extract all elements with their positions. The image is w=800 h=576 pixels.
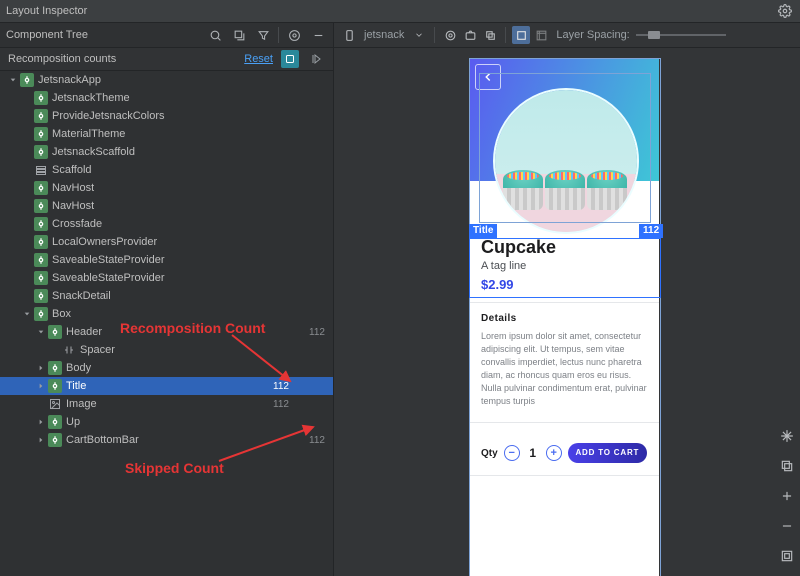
tree-row-label: JetsnackApp: [38, 73, 101, 87]
tree-row[interactable]: NavHost: [0, 197, 333, 215]
tree-header-label: Component Tree: [6, 28, 88, 42]
layout-preview-panel: jetsnack Layer Spacing:: [334, 23, 800, 576]
pan-icon[interactable]: [777, 426, 797, 446]
tree-row[interactable]: Title 112: [0, 377, 333, 395]
tree-row[interactable]: Image 112: [0, 395, 333, 413]
recomp-count-icon[interactable]: [281, 50, 299, 68]
tree-row[interactable]: Spacer: [0, 341, 333, 359]
zoom-out-icon[interactable]: [777, 516, 797, 536]
tree-row[interactable]: JetsnackApp: [0, 71, 333, 89]
tree-row-label: Crossfade: [52, 217, 102, 231]
tree-row-label: LocalOwnersProvider: [52, 235, 157, 249]
recomp-count: 112: [253, 380, 289, 393]
tree-row[interactable]: SaveableStateProvider: [0, 269, 333, 287]
skipped-count-icon[interactable]: [307, 50, 325, 68]
tree-row[interactable]: Up: [0, 413, 333, 431]
tree-row-label: Box: [52, 307, 71, 321]
tree-row[interactable]: SnackDetail: [0, 287, 333, 305]
layer-spacing-label: Layer Spacing:: [556, 28, 629, 42]
tree-row-label: SnackDetail: [52, 289, 111, 303]
device-icon[interactable]: [340, 26, 358, 44]
app-label: jetsnack: [364, 28, 404, 42]
skipped-count: 112: [289, 434, 325, 447]
selection-count-badge: 112: [639, 224, 663, 238]
tree-row-label: Body: [66, 361, 91, 375]
search-icon[interactable]: [206, 26, 224, 44]
tree-row-label: NavHost: [52, 199, 94, 213]
separator: [434, 27, 435, 43]
annotation-skipped: Skipped Count: [125, 461, 224, 475]
tree-row[interactable]: Body: [0, 359, 333, 377]
tree-row[interactable]: Crossfade: [0, 215, 333, 233]
bounds-header: [479, 73, 651, 223]
layers-icon[interactable]: [777, 456, 797, 476]
tree-row[interactable]: ProvideJetsnackColors: [0, 107, 333, 125]
recomp-count: 112: [253, 398, 289, 411]
preview-toolbar: jetsnack Layer Spacing:: [334, 23, 800, 48]
gear-icon[interactable]: [776, 2, 794, 20]
mode-2d-icon[interactable]: [512, 26, 530, 44]
tree-row-label: Header: [66, 325, 102, 339]
recomposition-bar: Recomposition counts Reset: [0, 48, 333, 71]
bounds-title: [469, 238, 661, 298]
tree-row[interactable]: JetsnackTheme: [0, 89, 333, 107]
overlay-icon[interactable]: [481, 26, 499, 44]
tree-row[interactable]: LocalOwnersProvider: [0, 233, 333, 251]
tree-row-label: Title: [66, 379, 86, 393]
layout-canvas[interactable]: Cupcake A tag line $2.99 Details Lorem i…: [334, 48, 800, 576]
snapshot-icon[interactable]: [461, 26, 479, 44]
filter-icon[interactable]: [254, 26, 272, 44]
mode-3d-icon[interactable]: [532, 26, 550, 44]
separator: [278, 27, 279, 43]
separator: [505, 27, 506, 43]
chevron-down-icon[interactable]: [410, 26, 428, 44]
tree-row[interactable]: NavHost: [0, 179, 333, 197]
tree-row[interactable]: JetsnackScaffold: [0, 143, 333, 161]
tree-row-label: JetsnackTheme: [52, 91, 130, 105]
tree-row[interactable]: SaveableStateProvider: [0, 251, 333, 269]
tree-row[interactable]: CartBottomBar 112: [0, 431, 333, 449]
component-tree-panel: Component Tree Recomposition counts Rese…: [0, 23, 334, 576]
tree-row-label: Spacer: [80, 343, 115, 357]
recomposition-label: Recomposition counts: [8, 52, 116, 66]
tree-row[interactable]: MaterialTheme: [0, 125, 333, 143]
tree-row-label: JetsnackScaffold: [52, 145, 135, 159]
tree-row-label: Up: [66, 415, 80, 429]
reset-link[interactable]: Reset: [244, 52, 273, 66]
titlebar: Layout Inspector: [0, 0, 800, 23]
tree-row-label: Scaffold: [52, 163, 92, 177]
selection-name-badge: Title: [469, 224, 497, 238]
zoom-fit-icon[interactable]: [777, 546, 797, 566]
zoom-in-icon[interactable]: [777, 486, 797, 506]
tree-row-label: CartBottomBar: [66, 433, 139, 447]
tree-row-label: NavHost: [52, 181, 94, 195]
live-updates-icon[interactable]: [441, 26, 459, 44]
settings-icon[interactable]: [285, 26, 303, 44]
canvas-tools: [774, 48, 800, 576]
tree-row[interactable]: Scaffold: [0, 161, 333, 179]
tree-row[interactable]: Box: [0, 305, 333, 323]
tree-row[interactable]: Header 112: [0, 323, 333, 341]
tree-row-label: Image: [66, 397, 97, 411]
tree-row-label: ProvideJetsnackColors: [52, 109, 165, 123]
minimize-icon[interactable]: [309, 26, 327, 44]
tree-row-label: SaveableStateProvider: [52, 253, 165, 267]
layer-spacing-slider[interactable]: [636, 28, 726, 42]
export-icon[interactable]: [230, 26, 248, 44]
tree-row-label: MaterialTheme: [52, 127, 125, 141]
tree-row-label: SaveableStateProvider: [52, 271, 165, 285]
component-tree[interactable]: JetsnackApp JetsnackTheme ProvideJetsnackC…: [0, 71, 333, 576]
skipped-count: 112: [289, 326, 325, 339]
window-title: Layout Inspector: [6, 4, 87, 18]
tree-header: Component Tree: [0, 23, 333, 48]
